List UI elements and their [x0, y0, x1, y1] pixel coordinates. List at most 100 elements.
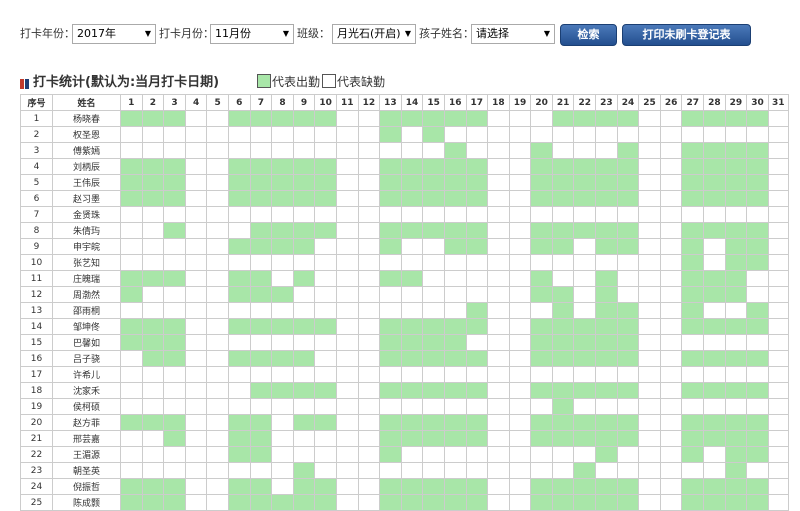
attendance-cell-present	[314, 110, 337, 127]
attendance-cell-absent	[292, 254, 316, 271]
attendance-cell-absent	[206, 430, 229, 447]
attendance-cell-absent	[638, 190, 661, 207]
attendance-cell-present	[746, 302, 769, 319]
attendance-cell-absent	[206, 334, 229, 351]
attendance-cell-absent	[357, 126, 381, 143]
attendance-cell-absent	[314, 366, 337, 383]
attendance-cell-absent	[659, 478, 683, 495]
attendance-cell-absent	[767, 430, 789, 447]
attendance-cell-present	[249, 446, 273, 463]
legend-absent-label: 代表缺勤	[337, 75, 386, 89]
attendance-cell-absent	[724, 398, 748, 415]
attendance-cell-present	[249, 158, 273, 175]
attendance-cell-present	[595, 414, 618, 431]
attendance-cell-present	[551, 494, 575, 511]
attendance-cell-absent	[335, 382, 359, 399]
attendance-cell-absent	[184, 478, 208, 495]
row-index: 14	[20, 318, 53, 335]
attendance-cell-absent	[163, 462, 186, 479]
attendance-cell-present	[379, 478, 402, 495]
child-select[interactable]: 请选择 ▼	[471, 24, 555, 44]
attendance-cell-present	[379, 222, 402, 239]
table-header-row: 序号 姓名 1 2 3 4 5 6 7 8 9 10 11 12 13 14 15 16 17 18 19 20 21 2…	[20, 94, 789, 111]
attendance-cell-present	[400, 222, 424, 239]
header-day: 3	[163, 94, 186, 111]
table-row: 17 许希儿	[20, 366, 789, 383]
attendance-cell-present	[379, 174, 402, 191]
table-row: 21 邢芸嘉	[20, 430, 789, 447]
attendance-cell-absent	[120, 142, 143, 159]
attendance-cell-present	[551, 190, 575, 207]
attendance-cell-absent	[163, 206, 186, 223]
attendance-cell-absent	[335, 494, 359, 511]
filter-toolbar: 打卡年份： 2017年 ▼ 打卡月份： 11月份 ▼ 班级： 月光石(开启) ▼…	[0, 0, 800, 70]
attendance-cell-present	[573, 430, 597, 447]
attendance-cell-absent	[508, 382, 532, 399]
section-marker-icon	[20, 79, 24, 89]
attendance-cell-absent	[616, 398, 640, 415]
attendance-cell-present	[681, 478, 705, 495]
attendance-cell-absent	[767, 302, 789, 319]
attendance-cell-absent	[508, 334, 532, 351]
month-select[interactable]: 11月份 ▼	[210, 24, 294, 44]
attendance-cell-absent	[184, 494, 208, 511]
attendance-cell-present	[379, 430, 402, 447]
attendance-cell-absent	[184, 350, 208, 367]
attendance-cell-absent	[487, 350, 510, 367]
class-select[interactable]: 月光石(开启) ▼	[332, 24, 416, 44]
attendance-cell-present	[292, 350, 316, 367]
attendance-cell-absent	[206, 494, 229, 511]
attendance-cell-absent	[163, 238, 186, 255]
attendance-cell-present	[227, 174, 251, 191]
attendance-cell-absent	[508, 270, 532, 287]
row-student-name: 王湄源	[52, 446, 121, 463]
attendance-cell-absent	[120, 302, 143, 319]
print-unregistered-button[interactable]: 打印未刷卡登记表	[622, 24, 751, 46]
attendance-cell-absent	[335, 318, 359, 335]
row-index: 13	[20, 302, 53, 319]
attendance-cell-absent	[184, 334, 208, 351]
attendance-cell-absent	[724, 126, 748, 143]
attendance-cell-present	[120, 158, 143, 175]
attendance-cell-present	[141, 158, 165, 175]
row-index: 12	[20, 286, 53, 303]
attendance-cell-present	[681, 110, 705, 127]
attendance-cell-absent	[335, 142, 359, 159]
year-select[interactable]: 2017年 ▼	[72, 24, 156, 44]
attendance-cell-present	[422, 478, 445, 495]
row-student-name: 沈家禾	[52, 382, 121, 399]
attendance-cell-absent	[659, 110, 683, 127]
attendance-cell-absent	[659, 366, 683, 383]
attendance-cell-present	[163, 270, 186, 287]
attendance-cell-absent	[379, 366, 402, 383]
attendance-cell-absent	[638, 286, 661, 303]
table-row: 23 朝圣英	[20, 462, 789, 479]
attendance-cell-present	[249, 478, 273, 495]
attendance-cell-absent	[422, 366, 445, 383]
attendance-cell-absent	[703, 334, 726, 351]
attendance-cell-present	[681, 238, 705, 255]
attendance-cell-absent	[163, 366, 186, 383]
attendance-cell-absent	[530, 110, 553, 127]
attendance-cell-absent	[422, 206, 445, 223]
attendance-cell-absent	[465, 142, 489, 159]
attendance-cell-present	[681, 286, 705, 303]
attendance-cell-present	[703, 222, 726, 239]
attendance-cell-present	[163, 158, 186, 175]
attendance-cell-absent	[422, 462, 445, 479]
attendance-cell-present	[573, 382, 597, 399]
attendance-cell-present	[443, 190, 467, 207]
attendance-cell-absent	[508, 190, 532, 207]
table-row: 7 金贤珠	[20, 206, 789, 223]
search-button[interactable]: 检索	[560, 24, 617, 46]
attendance-cell-present	[465, 110, 489, 127]
attendance-cell-present	[595, 430, 618, 447]
header-day: 8	[271, 94, 294, 111]
attendance-cell-absent	[184, 238, 208, 255]
attendance-cell-present	[141, 110, 165, 127]
attendance-cell-absent	[422, 142, 445, 159]
attendance-cell-absent	[551, 126, 575, 143]
attendance-cell-absent	[508, 478, 532, 495]
attendance-cell-absent	[120, 382, 143, 399]
attendance-cell-absent	[746, 398, 769, 415]
